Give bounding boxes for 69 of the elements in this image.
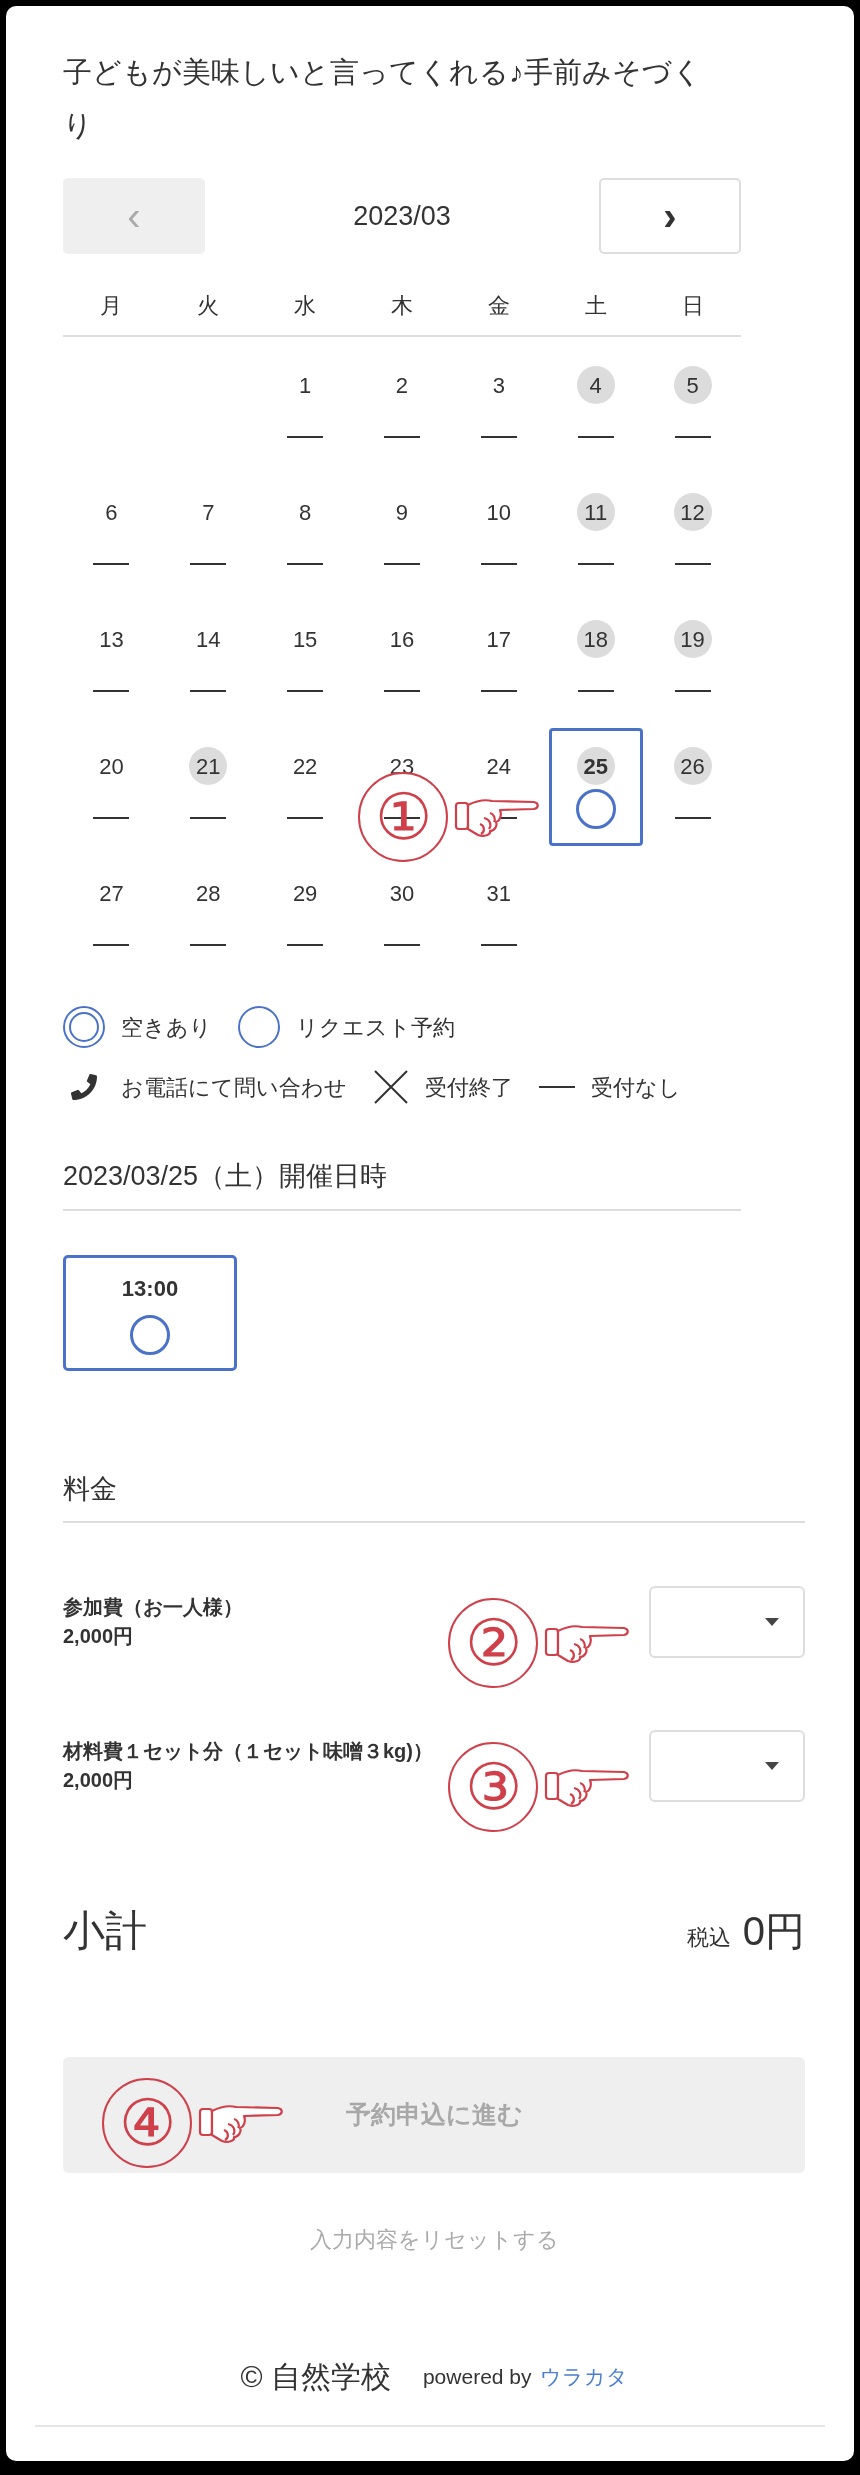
day-number[interactable]: 2 bbox=[383, 366, 421, 404]
weekday-label: 水 bbox=[293, 291, 318, 320]
legend-label: 受付なし bbox=[591, 1073, 681, 1102]
fee-price: 2,000円 bbox=[63, 1768, 135, 1793]
day-number[interactable]: 6 bbox=[92, 493, 131, 531]
weekday-label: 月 bbox=[99, 291, 124, 320]
tax-label: 税込 bbox=[686, 1923, 731, 1952]
next-month-button[interactable]: › bbox=[599, 178, 741, 254]
fee-name: 材料費１セット分（１セット味噌３kg)） bbox=[63, 1739, 433, 1764]
day-number[interactable]: 18 bbox=[576, 620, 615, 658]
day-number[interactable]: 31 bbox=[479, 874, 518, 912]
weekday-label: 土 bbox=[583, 291, 608, 320]
powered-by-text: powered by bbox=[422, 2363, 532, 2390]
day-number[interactable]: 15 bbox=[286, 620, 325, 658]
day-number[interactable]: 3 bbox=[479, 366, 518, 404]
dropdown-caret-icon bbox=[765, 1762, 779, 1770]
weekday-label: 火 bbox=[196, 291, 221, 320]
legend-label: リクエスト予約 bbox=[296, 1013, 455, 1042]
day-number[interactable]: 21 bbox=[189, 747, 228, 785]
weekday-label: 木 bbox=[390, 291, 414, 320]
section-heading: 料金 bbox=[63, 1468, 805, 1523]
quantity-select[interactable] bbox=[649, 1586, 805, 1658]
day-number[interactable]: 16 bbox=[383, 620, 421, 658]
selected-day-frame[interactable]: 25 bbox=[548, 728, 643, 846]
legend-label: 空きあり bbox=[121, 1013, 212, 1042]
day-number[interactable]: 29 bbox=[286, 874, 325, 912]
subtotal-amount: 0円 bbox=[742, 1907, 805, 1955]
section-heading: 2023/03/25（土）開催日時 bbox=[63, 1156, 741, 1211]
dash-icon bbox=[539, 1086, 575, 1088]
fee-price: 2,000円 bbox=[63, 1624, 135, 1649]
brand-link[interactable]: ウラカタ bbox=[539, 2360, 628, 2393]
day-number[interactable]: 25 bbox=[576, 747, 615, 785]
day-number[interactable]: 7 bbox=[189, 493, 228, 531]
day-number[interactable]: 14 bbox=[189, 620, 228, 658]
legend-label: お電話にて問い合わせ bbox=[121, 1073, 347, 1102]
day-number[interactable]: 22 bbox=[286, 747, 325, 785]
day-number[interactable]: 1 bbox=[286, 366, 325, 404]
annotation-number: ④ bbox=[102, 2078, 192, 2168]
day-number[interactable]: 17 bbox=[479, 620, 518, 658]
day-number[interactable]: 8 bbox=[286, 493, 325, 531]
cross-icon bbox=[373, 1069, 409, 1105]
month-label: 2023/03 bbox=[353, 199, 451, 233]
day-number[interactable]: 13 bbox=[92, 620, 131, 658]
annotation-number: ② bbox=[448, 1598, 538, 1688]
time-slot[interactable]: 13:00 bbox=[63, 1254, 237, 1371]
quantity-select[interactable] bbox=[649, 1730, 805, 1802]
page-title: 子どもが美味しいと言ってくれる♪手前みそづくり bbox=[63, 55, 703, 143]
day-number[interactable]: 26 bbox=[673, 747, 712, 785]
day-number[interactable]: 27 bbox=[92, 874, 131, 912]
day-number[interactable]: 28 bbox=[189, 874, 228, 912]
day-number[interactable]: 11 bbox=[576, 493, 615, 531]
phone-icon bbox=[71, 1074, 97, 1100]
annotation-number: ③ bbox=[448, 1742, 538, 1832]
weekday-label: 日 bbox=[680, 291, 705, 320]
day-number[interactable]: 9 bbox=[383, 493, 421, 531]
day-number[interactable]: 20 bbox=[92, 747, 131, 785]
day-number[interactable]: 12 bbox=[673, 493, 712, 531]
legend-label: 受付終了 bbox=[425, 1073, 513, 1102]
day-number[interactable]: 24 bbox=[479, 747, 518, 785]
day-number[interactable]: 4 bbox=[576, 366, 615, 404]
subtotal-label: 小計 bbox=[63, 1906, 147, 1956]
dropdown-caret-icon bbox=[765, 1618, 779, 1626]
day-number[interactable]: 30 bbox=[383, 874, 421, 912]
day-number[interactable]: 5 bbox=[673, 366, 712, 404]
day-number[interactable]: 19 bbox=[673, 620, 712, 658]
fee-name: 参加費（お一人様） bbox=[63, 1595, 243, 1620]
day-number[interactable]: 10 bbox=[479, 493, 518, 531]
copyright-text: © 自然学校 bbox=[240, 2359, 391, 2395]
weekday-label: 金 bbox=[486, 291, 511, 320]
